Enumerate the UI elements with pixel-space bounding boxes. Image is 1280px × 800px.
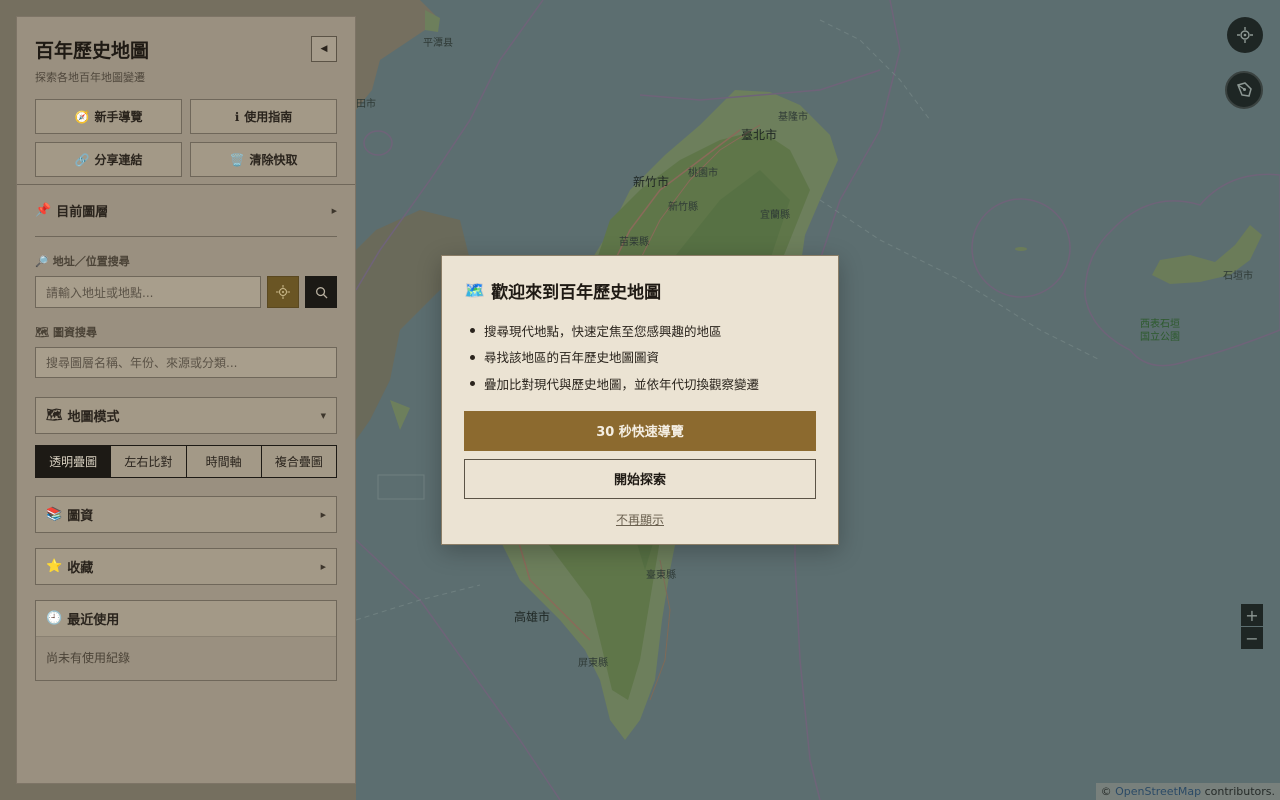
- map-label-pingtan: 平潭县: [423, 38, 453, 49]
- map-label-miaoli: 苗栗縣: [619, 237, 649, 248]
- recent-empty-text: 尚未有使用紀錄: [36, 636, 336, 680]
- collapse-sidebar-button[interactable]: ◀: [311, 36, 337, 62]
- zoom-in-button[interactable]: +: [1241, 604, 1263, 626]
- crosshair-icon: [276, 285, 290, 299]
- mode-overlay[interactable]: 透明疊圖: [36, 446, 111, 477]
- search-icon: [315, 286, 328, 299]
- list-item: 尋找該地區的百年歷史地圖圖資: [464, 344, 816, 371]
- use-my-location-button[interactable]: [267, 276, 299, 308]
- compass-icon: 🧭: [74, 109, 90, 124]
- caret-right-icon: ▶: [320, 510, 326, 519]
- share-link-button[interactable]: 🔗 分享連結: [35, 142, 182, 177]
- map-label-pingtung: 屏東縣: [578, 658, 608, 669]
- pen-tool-icon: [1236, 82, 1252, 97]
- sidebar: 百年歷史地圖 探索各地百年地圖變遷 ◀ 🧭 新手導覽 ℹ 使用指南 🔗 分享連結…: [16, 16, 356, 784]
- feature-list: 搜尋現代地點，快速定焦至您感興趣的地區 尋找該地區的百年歷史地圖圖資 疊加比對現…: [464, 317, 816, 397]
- tour-button[interactable]: 🧭 新手導覽: [35, 99, 182, 134]
- mode-composite[interactable]: 複合疊圖: [260, 446, 336, 477]
- address-search-button[interactable]: [305, 276, 337, 308]
- map-label-national-park: 西表石垣 国立公園: [1140, 319, 1180, 343]
- map-icon: 🗺: [35, 325, 49, 339]
- favorites-panel[interactable]: ⭐ 收藏 ▶: [35, 548, 337, 585]
- welcome-dialog: 🗺️ 歡迎來到百年歷史地圖 搜尋現代地點，快速定焦至您感興趣的地區 尋找該地區的…: [441, 255, 839, 545]
- link-icon: 🔗: [74, 152, 90, 167]
- list-item: 搜尋現代地點，快速定焦至您感興趣的地區: [464, 317, 816, 344]
- guide-button[interactable]: ℹ 使用指南: [190, 99, 337, 134]
- caret-down-icon: ▼: [320, 411, 326, 420]
- map-label-yilan: 宜蘭縣: [760, 210, 790, 221]
- caret-right-icon: ▶: [320, 562, 326, 571]
- layer-search-input[interactable]: 搜尋圖層名稱、年份、來源或分類...: [35, 347, 337, 378]
- pin-icon: 📌: [35, 203, 52, 218]
- app-title: 百年歷史地圖: [35, 40, 150, 62]
- address-search-label: 🔎 地址／位置搜尋: [35, 254, 130, 269]
- osm-link[interactable]: OpenStreetMap: [1115, 785, 1201, 798]
- recent-panel: 🕘 最近使用 尚未有使用紀錄: [35, 600, 337, 681]
- map-label-keelung: 基隆市: [778, 112, 808, 123]
- map-label-hsinchu-city: 新竹市: [633, 175, 670, 189]
- map-label-taipei: 臺北市: [741, 128, 778, 142]
- address-search-input[interactable]: 請輸入地址或地點...: [35, 276, 261, 308]
- quick-tour-button[interactable]: 30 秒快速導覽: [464, 410, 816, 451]
- map-label-ishigaki: 石垣市: [1223, 271, 1253, 282]
- world-map-icon: 🗺️: [464, 280, 486, 301]
- clear-cache-button[interactable]: 🗑️ 清除快取: [190, 142, 337, 177]
- app-subtitle: 探索各地百年地圖變遷: [35, 71, 145, 84]
- draw-tool-button[interactable]: [1225, 71, 1263, 109]
- trash-icon: 🗑️: [229, 152, 245, 167]
- list-item: 疊加比對現代與歷史地圖，並依年代切換觀察變遷: [464, 370, 816, 397]
- books-icon: 📚: [46, 507, 63, 522]
- datasets-panel[interactable]: 📚 圖資 ▶: [35, 496, 337, 533]
- zoom-out-button[interactable]: −: [1241, 627, 1263, 649]
- current-layers-toggle[interactable]: 📌 目前圖層 ▶: [35, 185, 337, 237]
- sidebar-header: 百年歷史地圖 探索各地百年地圖變遷 ◀ 🧭 新手導覽 ℹ 使用指南 🔗 分享連結…: [17, 17, 355, 185]
- map-label-tian: 田市: [356, 99, 376, 110]
- start-explore-button[interactable]: 開始探索: [464, 458, 816, 499]
- layer-search-label: 🗺 圖資搜尋: [35, 325, 97, 340]
- info-icon: ℹ: [234, 109, 240, 124]
- clock-icon: 🕘: [46, 611, 63, 626]
- map-mode-switch: 透明疊圖 左右比對 時間軸 複合疊圖: [35, 445, 337, 478]
- map-label-hsinchu-county: 新竹縣: [668, 202, 698, 213]
- map-label-kaohsiung: 高雄市: [514, 610, 551, 624]
- magnifier-icon: 🔎: [35, 254, 49, 268]
- map-attribution: © OpenStreetMap contributors.: [1095, 783, 1280, 800]
- map-icon: 🗺: [46, 408, 63, 423]
- map-label-taoyuan: 桃園市: [688, 168, 718, 179]
- caret-left-icon: ◀: [320, 44, 328, 54]
- dialog-title: 🗺️ 歡迎來到百年歷史地圖: [464, 280, 662, 304]
- dont-show-again-link[interactable]: 不再顯示: [464, 511, 816, 528]
- map-label-taitung: 臺東縣: [646, 570, 676, 581]
- locate-me-button[interactable]: [1227, 17, 1263, 53]
- star-icon: ⭐: [46, 559, 63, 574]
- crosshair-icon: [1237, 27, 1253, 43]
- caret-right-icon: ▶: [331, 206, 337, 215]
- mode-side-by-side[interactable]: 左右比對: [110, 446, 186, 477]
- map-mode-panel[interactable]: 🗺 地圖模式 ▼: [35, 397, 337, 434]
- mode-timeline[interactable]: 時間軸: [185, 446, 261, 477]
